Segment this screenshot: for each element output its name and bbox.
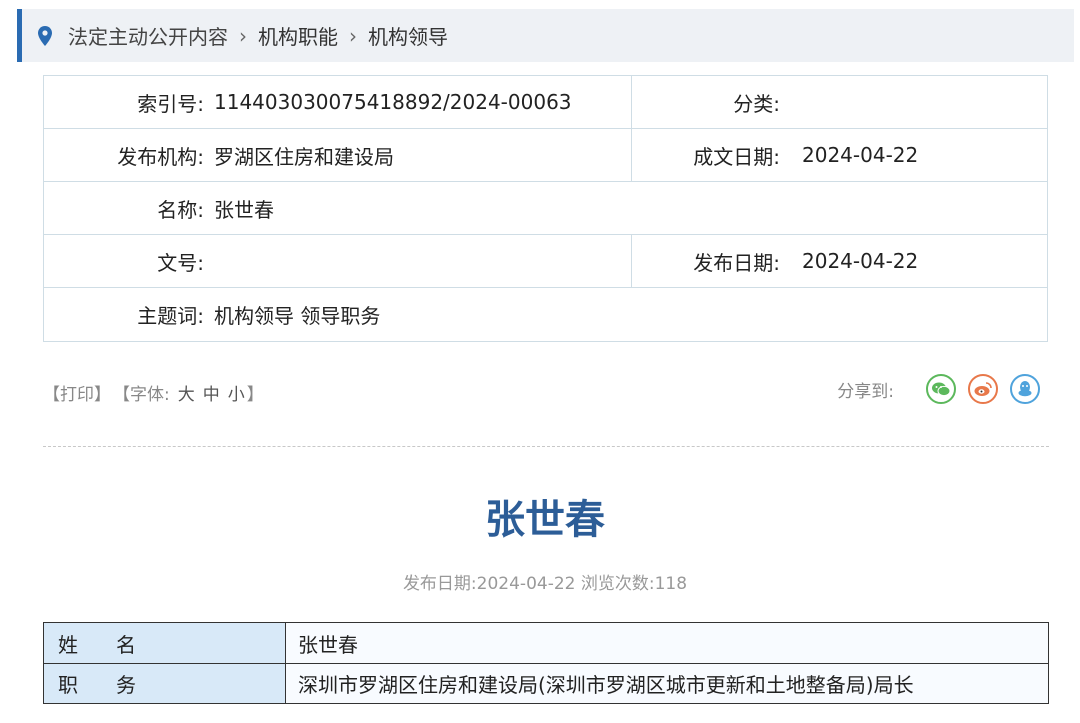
- chevron-right-icon: ›: [349, 23, 357, 48]
- detail-name-label: 姓名: [44, 623, 286, 663]
- keywords-value: 机构领导 领导职务: [214, 304, 381, 328]
- table-row: 职务 深圳市罗湖区住房和建设局(深圳市罗湖区城市更新和土地整备局)局长: [44, 663, 1048, 703]
- share-bar: 分享到:: [837, 374, 1040, 404]
- publisher-label: 发布机构:: [117, 144, 204, 169]
- chevron-right-icon: ›: [239, 23, 247, 48]
- info-row: 名称: 张世春: [44, 182, 1047, 235]
- name-label: 名称:: [157, 197, 204, 222]
- font-size-medium[interactable]: 中: [203, 380, 220, 405]
- share-label: 分享到:: [837, 381, 894, 402]
- breadcrumb-item-leaders[interactable]: 机构领导: [368, 21, 448, 50]
- name-value: 张世春: [214, 197, 274, 222]
- created-date-value: 2024-04-22: [802, 143, 919, 167]
- print-link[interactable]: 【打印】: [43, 380, 111, 405]
- detail-duty-value: 深圳市罗湖区住房和建设局(深圳市罗湖区城市更新和土地整备局)局长: [286, 664, 1048, 703]
- info-row: 索引号: 114403030075418892/2024-00063 分类:: [44, 76, 1047, 129]
- weibo-share-icon[interactable]: [968, 374, 998, 404]
- index-value: 114403030075418892/2024-00063: [214, 90, 572, 114]
- info-row: 主题词: 机构领导 领导职务: [44, 288, 1047, 341]
- keywords-label: 主题词:: [137, 304, 204, 328]
- breadcrumb: 法定主动公开内容 › 机构职能 › 机构领导: [17, 9, 1074, 62]
- leader-detail-table: 姓名 张世春 职务 深圳市罗湖区住房和建设局(深圳市罗湖区城市更新和土地整备局)…: [43, 622, 1049, 704]
- font-size-large[interactable]: 大: [178, 380, 195, 405]
- font-size-prefix: 【字体:: [113, 385, 170, 405]
- article-title: 张世春: [485, 497, 605, 543]
- table-row: 姓名 张世春: [44, 623, 1048, 663]
- document-info-table: 索引号: 114403030075418892/2024-00063 分类: 发…: [43, 75, 1048, 342]
- font-size-small[interactable]: 小: [228, 380, 245, 405]
- info-row: 发布机构: 罗湖区住房和建设局 成文日期: 2024-04-22: [44, 129, 1047, 182]
- divider: [43, 446, 1049, 447]
- publish-date-label: 发布日期:: [693, 250, 780, 275]
- font-size-suffix: 】: [246, 385, 264, 405]
- qq-share-icon[interactable]: [1010, 374, 1040, 404]
- publisher-value: 罗湖区住房和建设局: [214, 144, 394, 169]
- breadcrumb-item-functions[interactable]: 机构职能: [258, 21, 338, 50]
- index-label: 索引号:: [137, 91, 204, 116]
- location-pin-icon: [34, 25, 56, 47]
- page-tools: 【打印】 【字体: 大 中 小 】: [43, 380, 266, 405]
- breadcrumb-item-public-content[interactable]: 法定主动公开内容: [68, 21, 228, 50]
- detail-name-value: 张世春: [286, 623, 1048, 663]
- doc-number-value: [204, 235, 214, 287]
- category-value: [780, 76, 802, 128]
- created-date-label: 成文日期:: [693, 144, 780, 169]
- info-row: 文号: 发布日期: 2024-04-22: [44, 235, 1047, 288]
- doc-number-label: 文号:: [157, 250, 204, 275]
- detail-duty-label: 职务: [44, 664, 286, 703]
- article-meta: 发布日期:2024-04-22 浏览次数:118: [402, 574, 688, 594]
- publish-date-value: 2024-04-22: [802, 249, 919, 273]
- wechat-share-icon[interactable]: [926, 374, 956, 404]
- category-label: 分类:: [733, 91, 780, 116]
